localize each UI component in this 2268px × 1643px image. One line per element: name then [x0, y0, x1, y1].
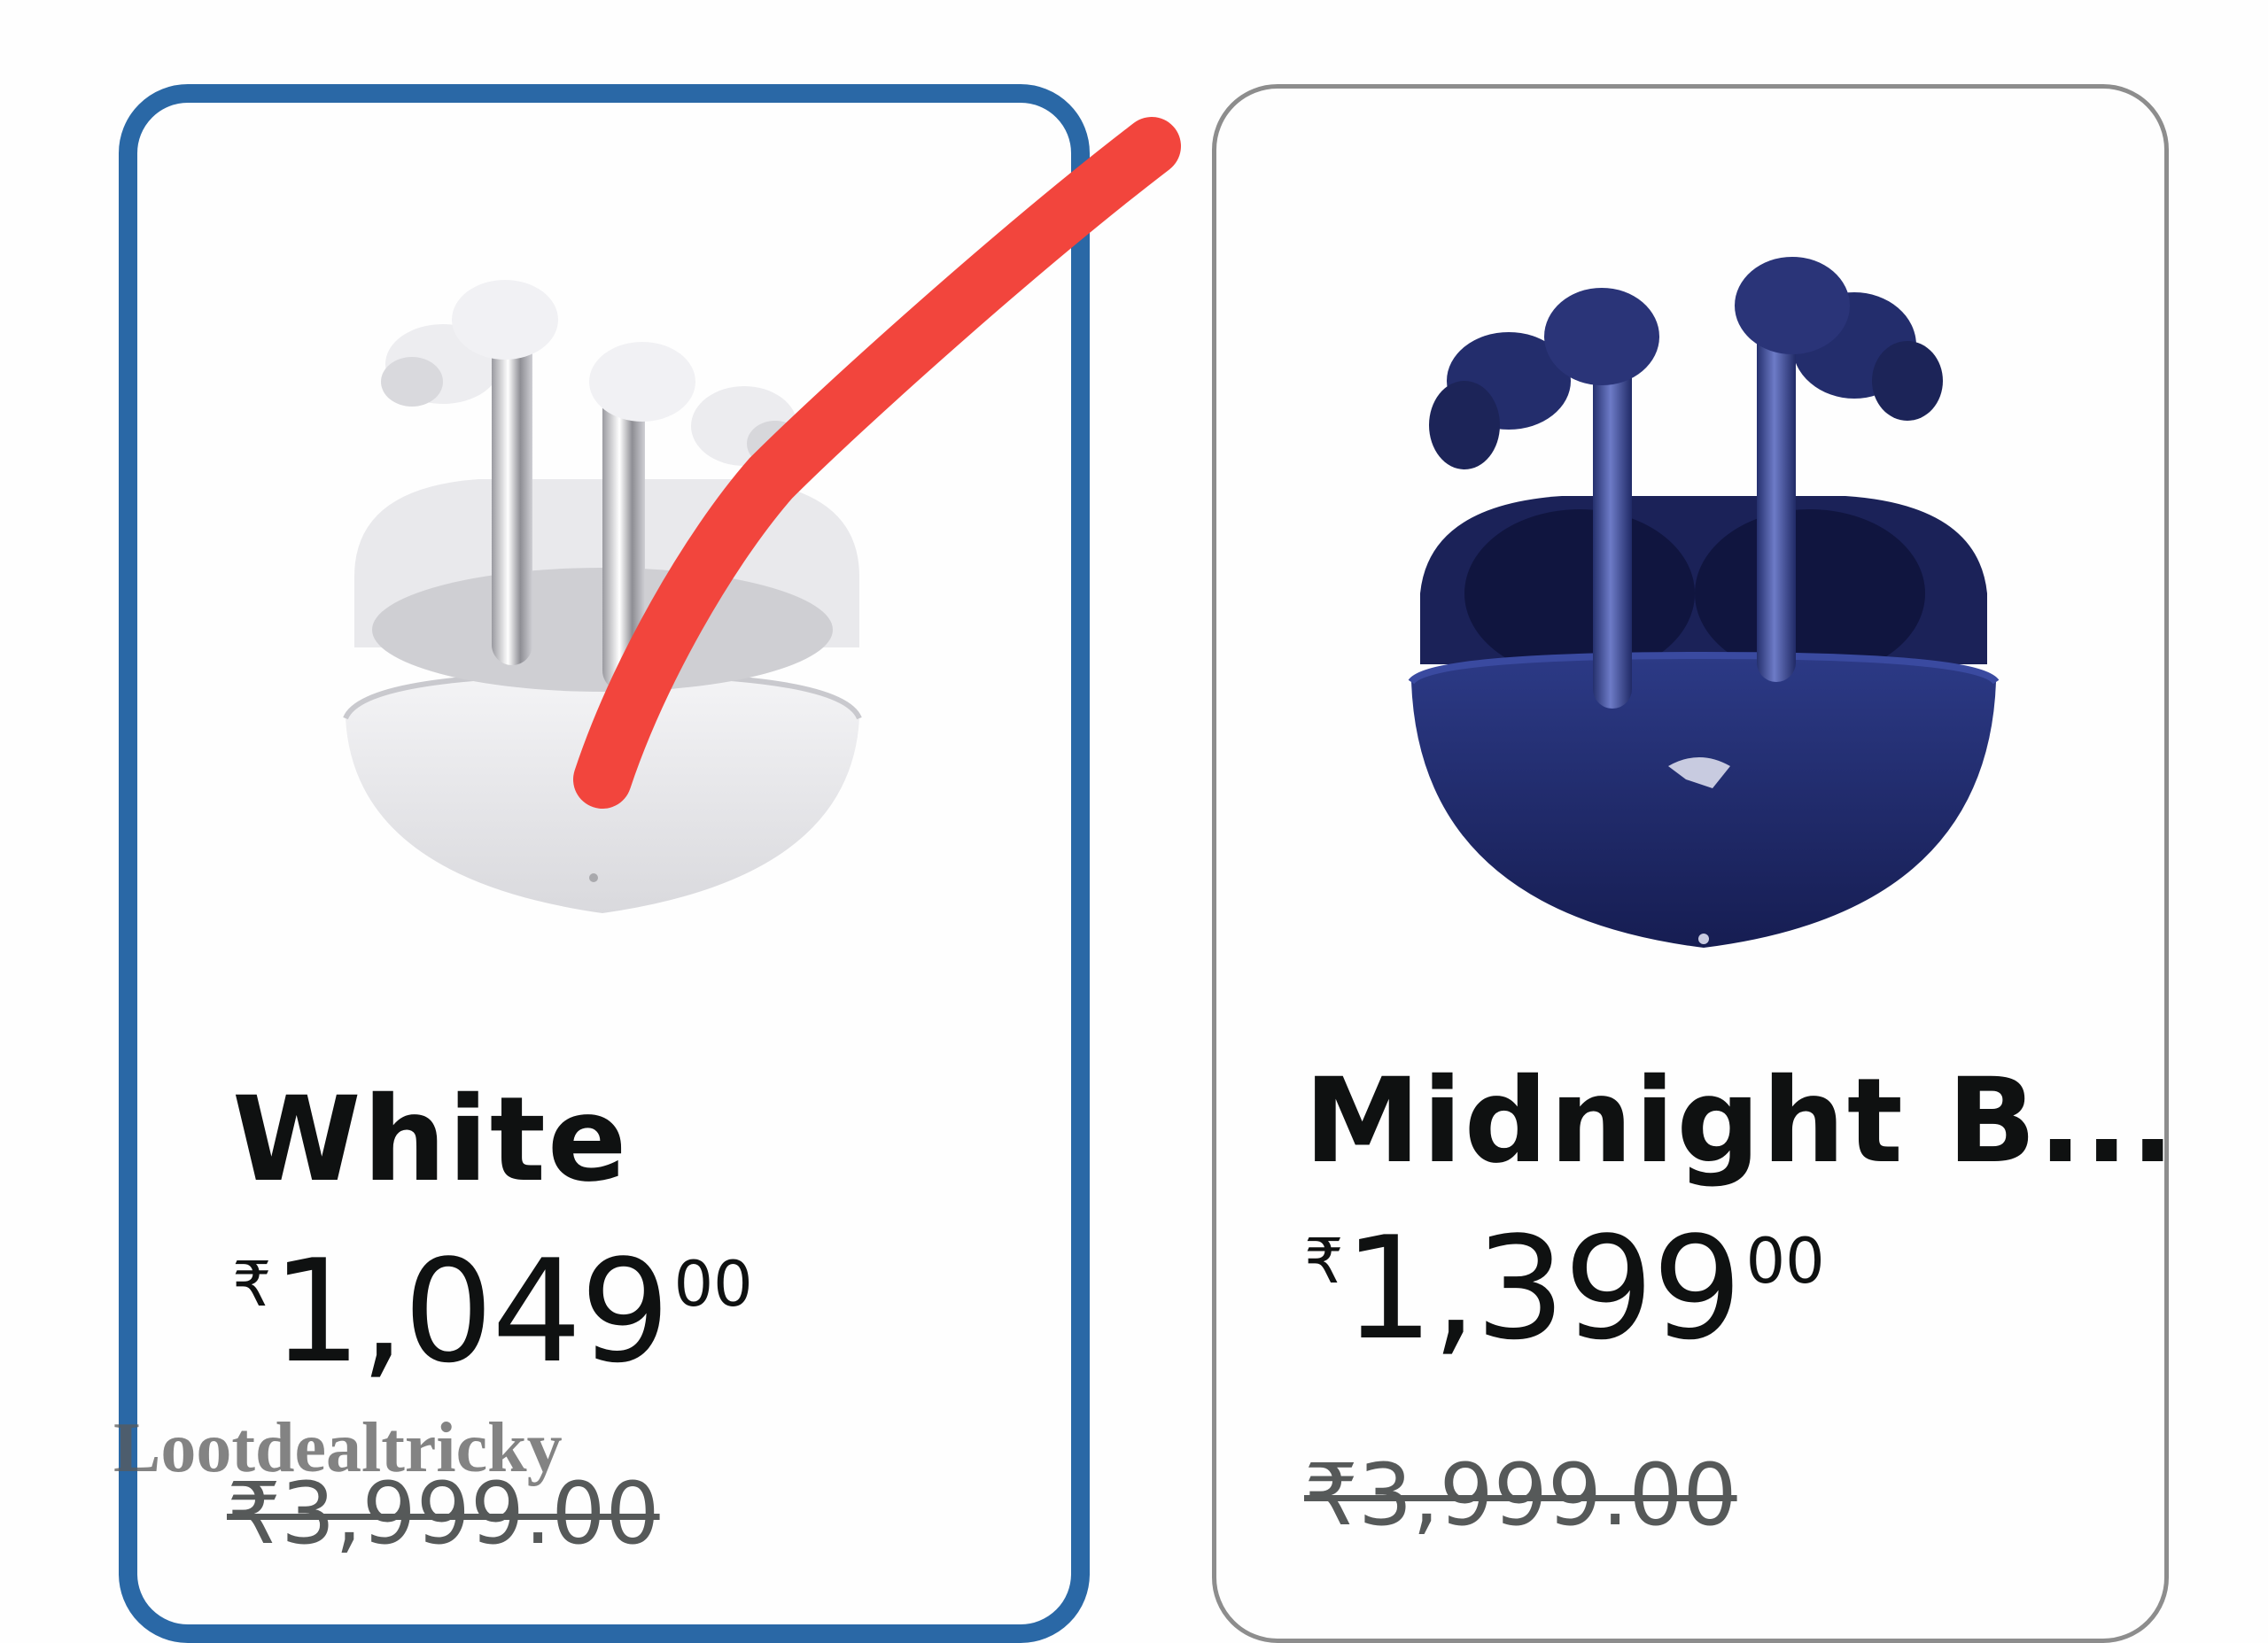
mrp-price: ₹3,999.00: [1304, 1445, 1737, 1545]
price-fraction: 00: [673, 1248, 753, 1321]
variant-name: White: [232, 1072, 629, 1208]
variant-card-midnight-blue[interactable]: Midnight B... ₹1,39900 ₹3,999.00: [1212, 84, 2175, 1643]
variant-price: ₹1,04900: [232, 1241, 753, 1383]
variant-name: Midnight B...: [1304, 1053, 2177, 1190]
currency-symbol: ₹: [1304, 1225, 1344, 1298]
price-whole: 1,049: [271, 1228, 671, 1394]
price-fraction: 00: [1745, 1225, 1825, 1298]
currency-symbol: ₹: [232, 1248, 272, 1321]
watermark-text: Lootdealtricky: [113, 1409, 563, 1487]
price-whole: 1,399: [1343, 1205, 1743, 1371]
midnight-blue-earbuds-image: [1408, 257, 2000, 948]
variant-price: ₹1,39900: [1304, 1218, 1825, 1360]
white-earbuds-image: [343, 280, 862, 913]
